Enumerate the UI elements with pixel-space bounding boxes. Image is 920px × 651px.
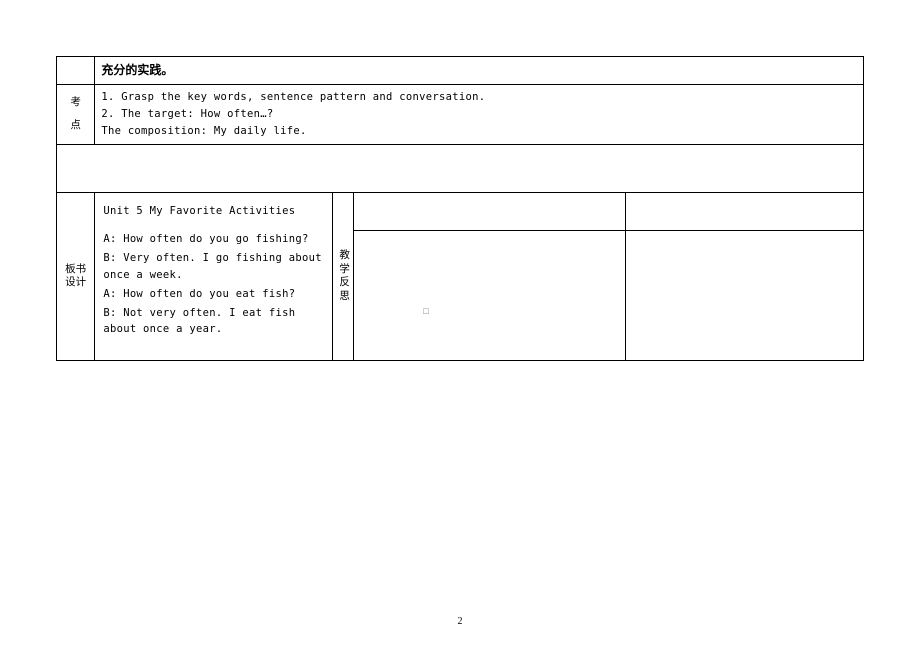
label-char: 板书 [63,263,88,277]
dialogue-line: A: How often do you go fishing? [103,231,324,248]
label-char: 考 [63,91,88,114]
page-number: 2 [458,616,463,627]
dialogue-line: B: Not very often. I eat fish about once… [103,305,324,339]
table-row: 板书 设计 Unit 5 My Favorite Activities A: H… [57,192,864,231]
label-char: 反 [339,276,346,290]
label-char: 学 [339,263,346,277]
board-design-label: 板书 设计 [57,192,95,361]
exam-points-label: 考 点 [57,85,95,144]
board-title: Unit 5 My Favorite Activities [103,203,324,220]
label-char: 设计 [63,276,88,290]
board-design-content: Unit 5 My Favorite Activities A: How oft… [95,192,333,361]
practice-cell: 充分的实践。 [95,57,864,85]
label-char: 点 [63,114,88,137]
content-line: The composition: My daily life. [101,123,857,140]
table-row: 充分的实践。 [57,57,864,85]
label-char: 思 [339,290,346,304]
exam-points-content: 1. Grasp the key words, sentence pattern… [95,85,864,144]
table-row: 考 点 1. Grasp the key words, sentence pat… [57,85,864,144]
content-line: 1. Grasp the key words, sentence pattern… [101,89,857,106]
dialogue-line: B: Very often. I go fishing about once a… [103,250,324,284]
center-marker: □ [423,306,428,316]
reflection-cell-top-right [625,192,863,231]
label-char: 教 [339,249,346,263]
dialogue-line: A: How often do you eat fish? [103,286,324,303]
empty-cell [57,57,95,85]
reflection-cell-bottom-left [353,231,625,361]
empty-row [57,144,864,192]
lesson-plan-table: 充分的实践。 考 点 1. Grasp the key words, sente… [56,56,864,361]
table-row [57,144,864,192]
reflection-cell-top-left [353,192,625,231]
reflection-cell-bottom-right [625,231,863,361]
content-line: 2. The target: How often…? [101,106,857,123]
reflection-label: 教 学 反 思 [333,192,353,361]
